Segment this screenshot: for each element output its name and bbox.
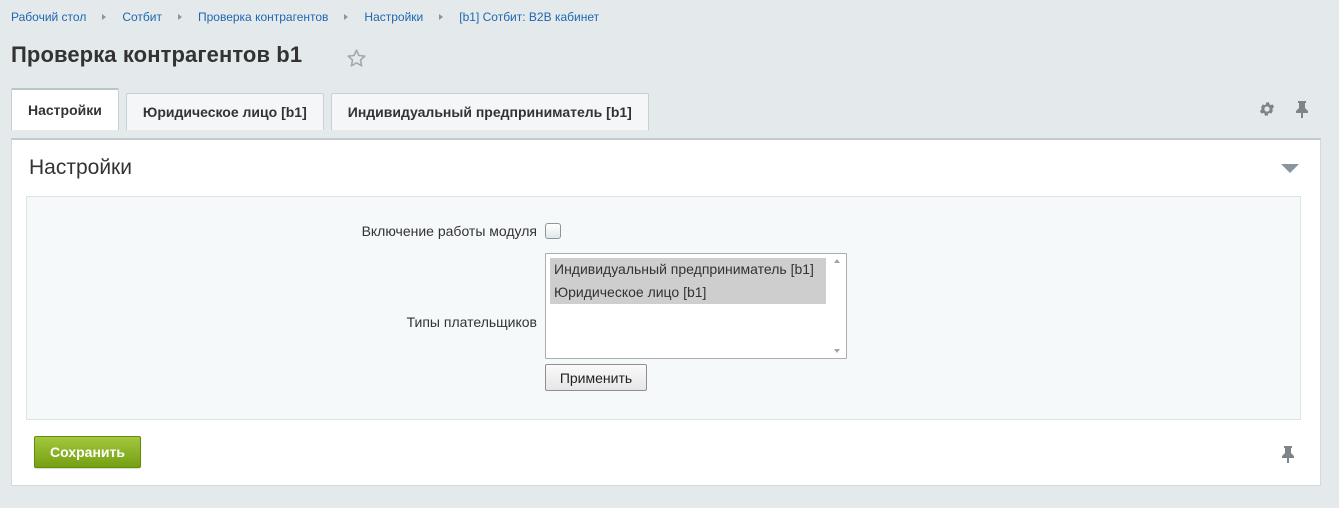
breadcrumb-item-counterparty-check[interactable]: Проверка контрагентов [198, 10, 328, 24]
tab-bar: Настройки Юридическое лицо [b1] Индивиду… [11, 88, 656, 130]
collapse-icon[interactable] [1281, 164, 1299, 173]
gear-icon[interactable] [1258, 100, 1276, 118]
scroll-up-icon[interactable] [834, 259, 840, 263]
pin-icon[interactable] [1280, 445, 1296, 463]
payer-types-select[interactable]: Индивидуальный предприниматель [b1] Юрид… [545, 253, 847, 359]
tab-legal-entity[interactable]: Юридическое лицо [b1] [125, 93, 324, 130]
save-button[interactable]: Сохранить [34, 436, 141, 468]
payer-type-option-legal[interactable]: Юридическое лицо [b1] [550, 281, 826, 304]
breadcrumb-item-desktop[interactable]: Рабочий стол [11, 10, 86, 24]
listbox-scrollbar[interactable] [830, 254, 846, 358]
breadcrumb: Рабочий стол Сотбит Проверка контрагенто… [11, 10, 599, 24]
breadcrumb-separator-icon [102, 14, 107, 20]
settings-form: Включение работы модуля Типы плательщико… [26, 196, 1301, 420]
scroll-down-icon[interactable] [834, 349, 840, 353]
module-enable-checkbox[interactable] [545, 223, 561, 239]
apply-button[interactable]: Применить [545, 364, 647, 391]
breadcrumb-separator-icon [439, 14, 444, 20]
payer-types-label: Типы плательщиков [406, 314, 537, 330]
tab-individual-entrepreneur[interactable]: Индивидуальный предприниматель [b1] [330, 93, 649, 130]
tab-settings[interactable]: Настройки [11, 88, 119, 130]
breadcrumb-item-b2b-cabinet[interactable]: [b1] Сотбит: B2B кабинет [459, 10, 599, 24]
breadcrumb-item-sotbit[interactable]: Сотбит [122, 10, 162, 24]
star-icon[interactable] [346, 48, 367, 69]
breadcrumb-separator-icon [177, 14, 182, 20]
page-title: Проверка контрагентов b1 [11, 42, 303, 67]
pin-icon[interactable] [1294, 100, 1310, 118]
breadcrumb-item-settings[interactable]: Настройки [364, 10, 423, 24]
tab-tools [1258, 100, 1310, 118]
payer-type-option-individual[interactable]: Индивидуальный предприниматель [b1] [550, 258, 826, 281]
panel-title: Настройки [29, 156, 132, 179]
settings-panel: Настройки Включение работы модуля Типы п… [11, 138, 1321, 486]
breadcrumb-separator-icon [344, 14, 349, 20]
module-enable-label: Включение работы модуля [361, 223, 537, 239]
